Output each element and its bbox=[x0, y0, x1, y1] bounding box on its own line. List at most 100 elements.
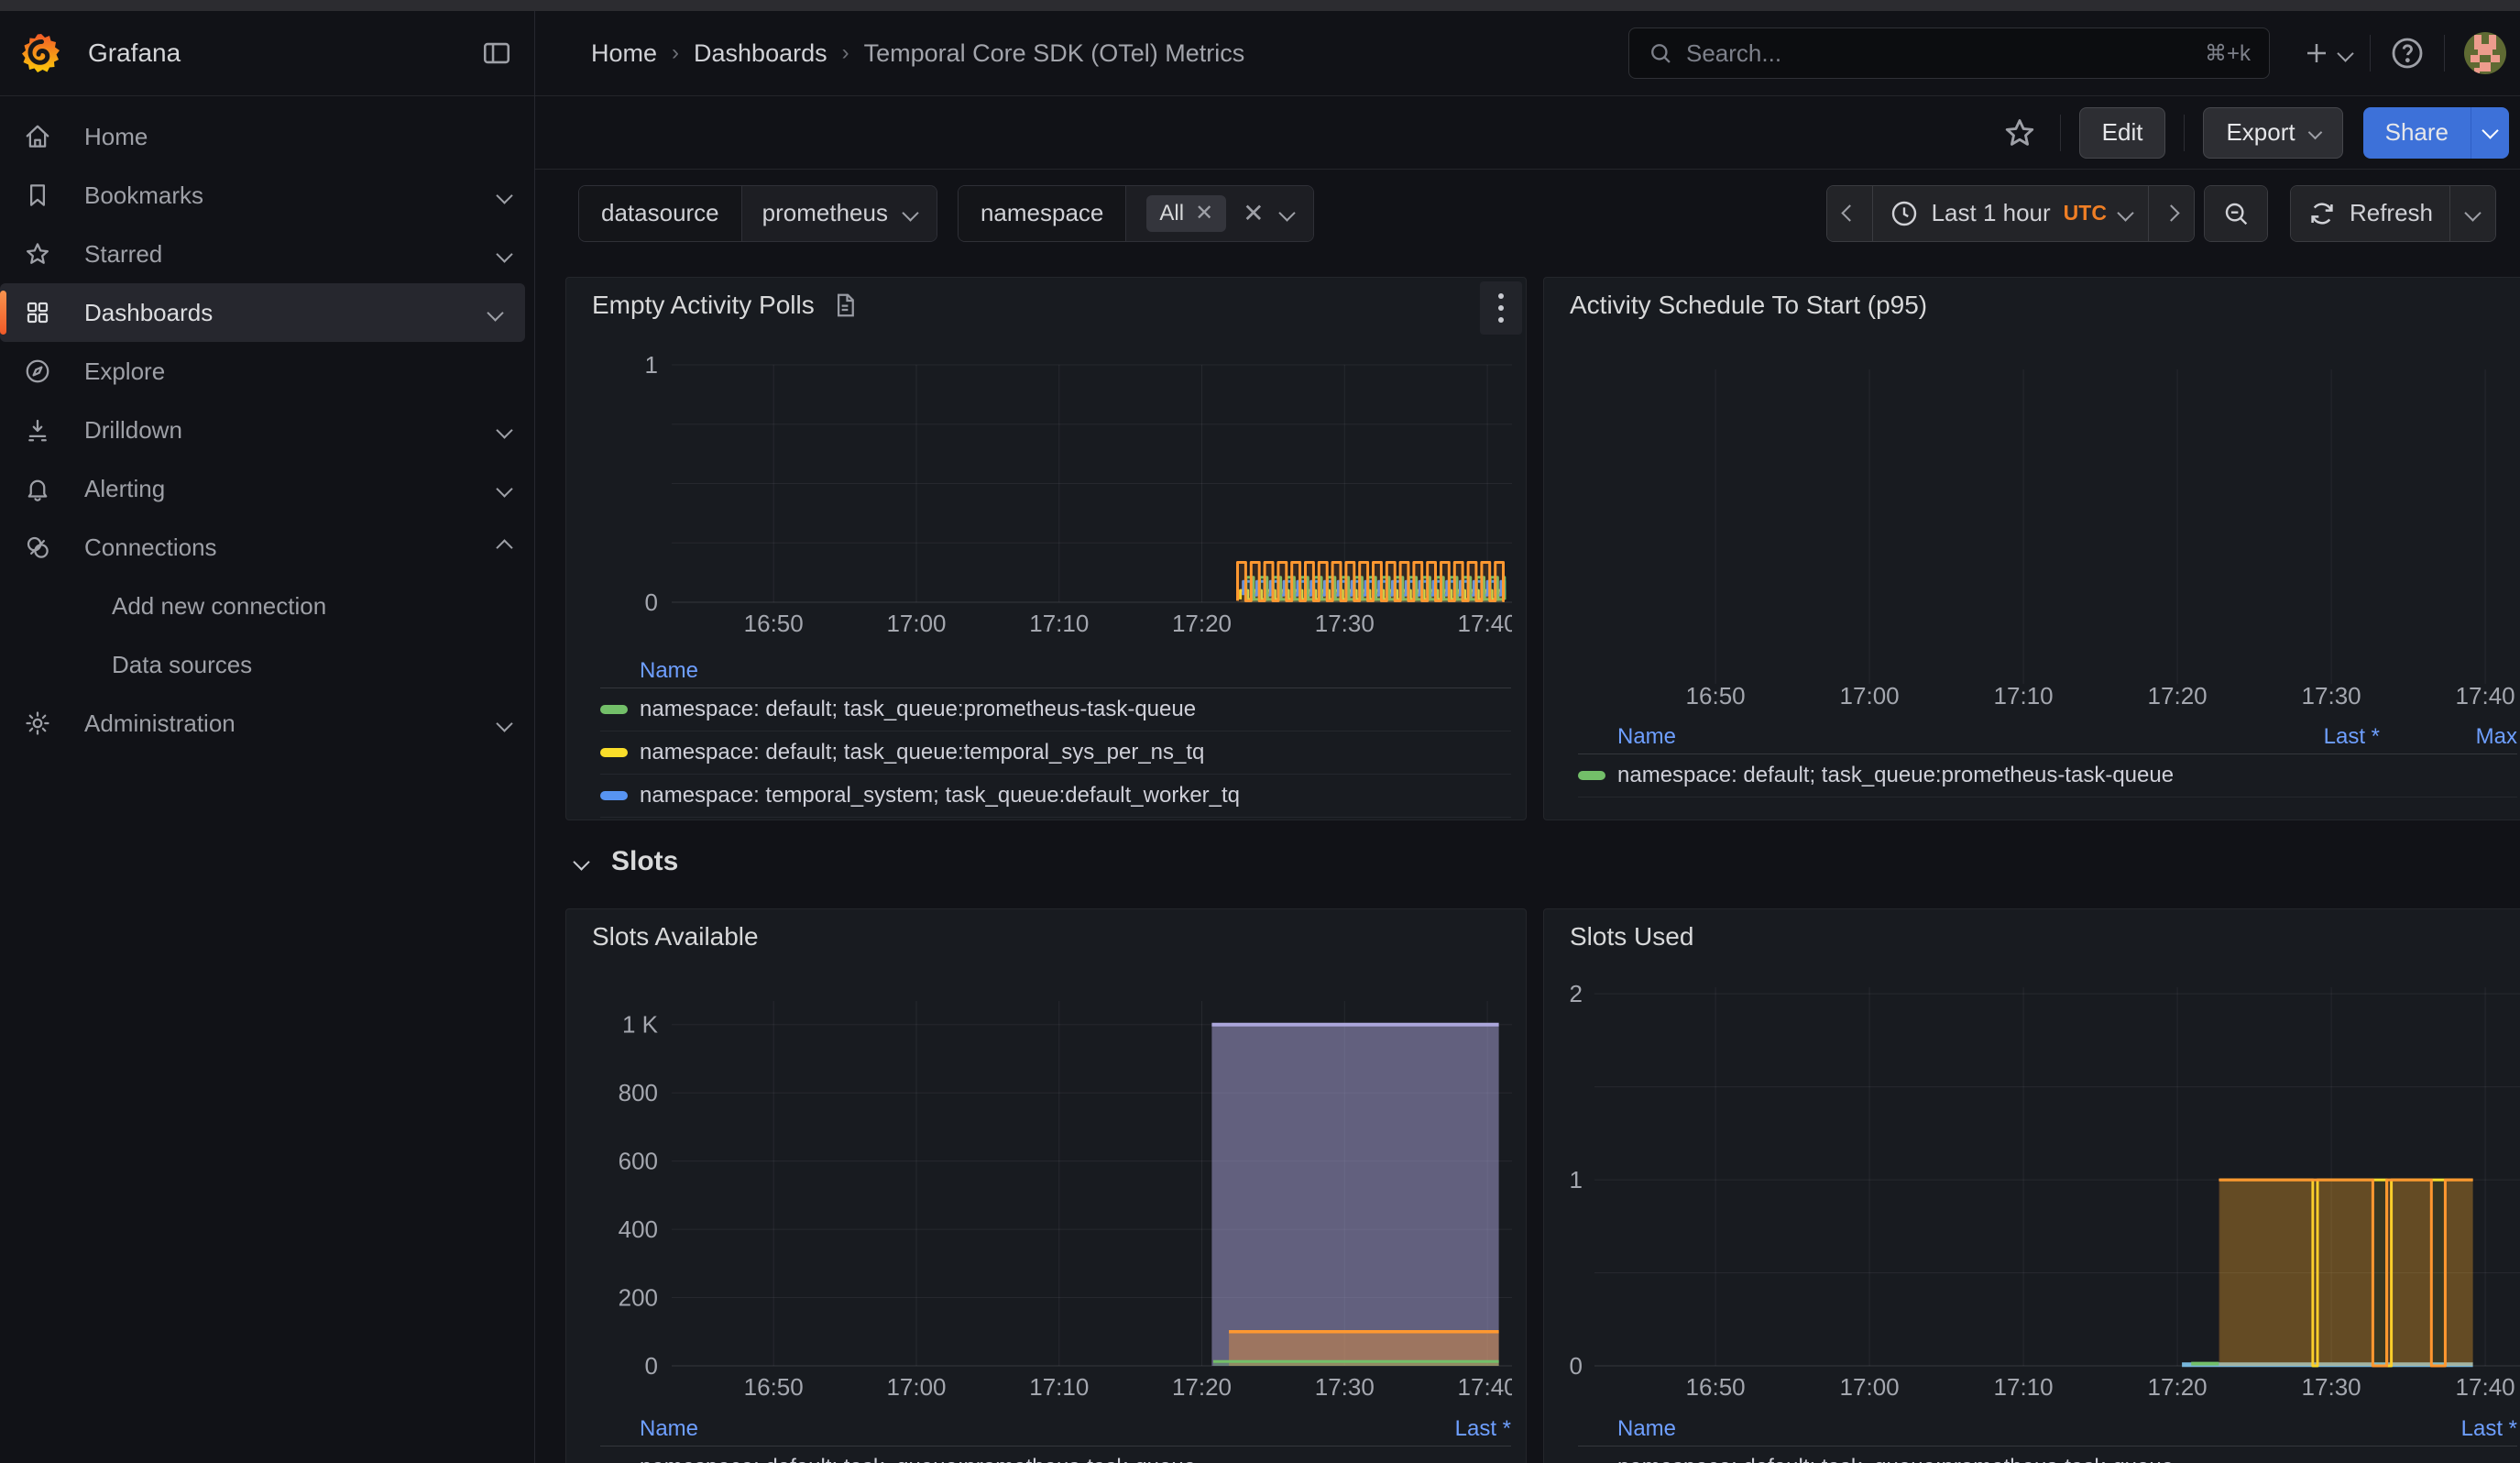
time-picker-group: Last 1 hour UTC bbox=[1826, 185, 2195, 242]
sidebar: Grafana Home Bookmarks Starred Dashboards Ex… bbox=[0, 11, 535, 1463]
panel-header[interactable]: Activity Schedule To Start (p95) bbox=[1544, 278, 2520, 333]
legend-header: NameLast * bbox=[1578, 1412, 2517, 1446]
x-tick-label: 17:00 bbox=[1840, 1373, 1900, 1401]
datasource-select[interactable]: prometheus bbox=[742, 186, 937, 241]
x-tick-label: 17:10 bbox=[1029, 610, 1089, 637]
legend-item[interactable]: namespace: default; task_queue:prometheu… bbox=[1578, 1446, 2517, 1463]
panel-slots-used: Slots Used 01216:5017:0017:1017:2017:301… bbox=[1543, 908, 2520, 1463]
chevron-down-icon bbox=[496, 480, 512, 497]
datasource-variable: datasource prometheus bbox=[578, 185, 937, 242]
refresh-button[interactable]: Refresh bbox=[2291, 186, 2449, 241]
user-avatar[interactable] bbox=[2463, 31, 2507, 75]
breadcrumb-item[interactable]: Home bbox=[591, 39, 657, 68]
x-tick-label: 17:30 bbox=[1315, 610, 1375, 637]
zoom-out-button[interactable] bbox=[2205, 186, 2267, 241]
sidebar-item-drilldown[interactable]: Drilldown bbox=[0, 401, 534, 459]
x-tick-label: 17:30 bbox=[2302, 682, 2361, 710]
bell-icon bbox=[24, 475, 51, 502]
clear-all-icon[interactable]: ✕ bbox=[1243, 201, 1264, 226]
y-tick-label: 0 bbox=[1570, 1352, 1583, 1380]
add-new-button[interactable] bbox=[2303, 39, 2351, 67]
legend-item-label: namespace: temporal_system; task_queue:d… bbox=[640, 783, 1511, 808]
namespace-variable: namespace All ✕ ✕ bbox=[958, 185, 1314, 242]
legend-item[interactable]: namespace: default; task_queue:prometheu… bbox=[600, 688, 1511, 732]
sidebar-item-label: Bookmarks bbox=[84, 182, 499, 210]
x-tick-label: 17:00 bbox=[886, 1373, 946, 1401]
x-tick-label: 17:40 bbox=[2456, 682, 2515, 710]
legend-value-column[interactable]: Last * bbox=[1374, 1416, 1511, 1442]
legend-item-label: namespace: default; task_queue:prometheu… bbox=[1617, 763, 2233, 788]
datasource-chevron-icon bbox=[902, 204, 918, 221]
panel-title: Slots Used bbox=[1570, 922, 1693, 952]
favorite-star-button[interactable] bbox=[1998, 111, 2042, 155]
sidebar-item-label: Dashboards bbox=[84, 299, 489, 327]
panel-title: Empty Activity Polls bbox=[592, 291, 815, 320]
series-color-swatch bbox=[1578, 771, 1605, 780]
edit-button[interactable]: Edit bbox=[2079, 107, 2166, 159]
panel-description-icon[interactable] bbox=[831, 292, 859, 319]
namespace-select[interactable]: All ✕ ✕ bbox=[1126, 186, 1312, 241]
dashboard-canvas: Empty Activity Polls 0116:5017:0017:1017… bbox=[535, 257, 2520, 1463]
panel-legend: NameLast * namespace: default; task_queue… bbox=[600, 1412, 1511, 1463]
panel-menu-button[interactable] bbox=[1480, 281, 1522, 335]
panel-header[interactable]: Empty Activity Polls bbox=[566, 278, 1526, 333]
sidebar-item-dashboards[interactable]: Dashboards bbox=[0, 283, 525, 342]
legend-item[interactable]: namespace: temporal_system; task_queue:d… bbox=[600, 775, 1511, 818]
sidebar-item-starred[interactable]: Starred bbox=[0, 225, 534, 283]
star-icon bbox=[24, 240, 51, 268]
legend-name-column[interactable]: Name bbox=[600, 1416, 1374, 1442]
sidebar-item-data-sources[interactable]: Data sources bbox=[0, 635, 534, 694]
grafana-logo-icon[interactable] bbox=[20, 32, 62, 74]
panel-legend: NameLast *namespace: default; task_queue… bbox=[1578, 1412, 2517, 1463]
breadcrumb-item[interactable]: Dashboards bbox=[694, 39, 827, 68]
sidebar-item-alerting[interactable]: Alerting bbox=[0, 459, 534, 518]
legend-header: NameLast *Max bbox=[1578, 720, 2517, 754]
sidebar-item-home[interactable]: Home bbox=[0, 107, 534, 166]
panel-header[interactable]: Slots Available bbox=[566, 909, 1526, 964]
x-tick-label: 16:50 bbox=[744, 1373, 804, 1401]
chevron-down-icon bbox=[487, 304, 503, 321]
share-button[interactable]: Share bbox=[2363, 107, 2471, 159]
legend-name-column[interactable]: Name bbox=[1578, 1416, 2380, 1442]
legend-name-column[interactable]: Name bbox=[600, 658, 1511, 684]
help-button[interactable] bbox=[2389, 35, 2426, 72]
time-shift-forward-button[interactable] bbox=[2148, 186, 2194, 241]
export-button[interactable]: Export bbox=[2203, 107, 2342, 159]
remove-value-icon[interactable]: ✕ bbox=[1195, 203, 1213, 225]
legend-value-column[interactable]: Last * bbox=[2380, 1416, 2517, 1442]
y-tick-label: 800 bbox=[619, 1079, 658, 1106]
sidebar-item-administration[interactable]: Administration bbox=[0, 694, 534, 753]
legend-item[interactable]: namespace: default; task_queue:prometheu… bbox=[600, 1446, 1511, 1463]
legend-item[interactable]: namespace: default; task_queue:prometheu… bbox=[1578, 754, 2517, 798]
chevron-down-icon bbox=[496, 422, 512, 438]
sidebar-item-explore[interactable]: Explore bbox=[0, 342, 534, 401]
namespace-value-pill[interactable]: All ✕ bbox=[1146, 195, 1226, 232]
time-shift-back-button[interactable] bbox=[1827, 186, 1872, 241]
namespace-label: namespace bbox=[959, 186, 1126, 241]
search-placeholder: Search... bbox=[1686, 39, 2205, 68]
sidebar-item-bookmarks[interactable]: Bookmarks bbox=[0, 166, 534, 225]
breadcrumb: Home›Dashboards›Temporal Core SDK (OTel)… bbox=[591, 39, 1628, 68]
sidebar-item-connections[interactable]: Connections bbox=[0, 518, 534, 577]
legend-value-column[interactable]: Max bbox=[2380, 724, 2517, 750]
dock-sidebar-toggle-icon[interactable] bbox=[481, 38, 512, 69]
share-dropdown-button[interactable] bbox=[2471, 107, 2509, 159]
x-tick-label: 17:40 bbox=[1458, 610, 1512, 637]
legend-item[interactable]: namespace: default; task_queue:temporal_… bbox=[600, 732, 1511, 775]
panel-slots-available: Slots Available 02004006008001 K16:5017:… bbox=[565, 908, 1527, 1463]
sidebar-item-add-new-connection[interactable]: Add new connection bbox=[0, 577, 534, 635]
brand-name: Grafana bbox=[88, 38, 481, 68]
refresh-interval-button[interactable] bbox=[2449, 186, 2495, 241]
legend-name-column[interactable]: Name bbox=[1578, 724, 2233, 750]
legend-item-label: namespace: default; task_queue:prometheu… bbox=[640, 1455, 1374, 1463]
time-range-button[interactable]: Last 1 hour UTC bbox=[1872, 186, 2148, 241]
breadcrumb-separator: › bbox=[842, 40, 849, 66]
search-input[interactable]: Search... ⌘+k bbox=[1628, 28, 2270, 79]
bookmark-icon bbox=[24, 182, 51, 209]
legend-value-column[interactable]: Last * bbox=[2233, 724, 2380, 750]
x-tick-label: 17:10 bbox=[1994, 1373, 2054, 1401]
series-color-swatch bbox=[600, 791, 628, 800]
panel-header[interactable]: Slots Used bbox=[1544, 909, 2520, 964]
link-icon bbox=[24, 534, 51, 561]
row-section-slots[interactable]: Slots bbox=[575, 839, 678, 885]
